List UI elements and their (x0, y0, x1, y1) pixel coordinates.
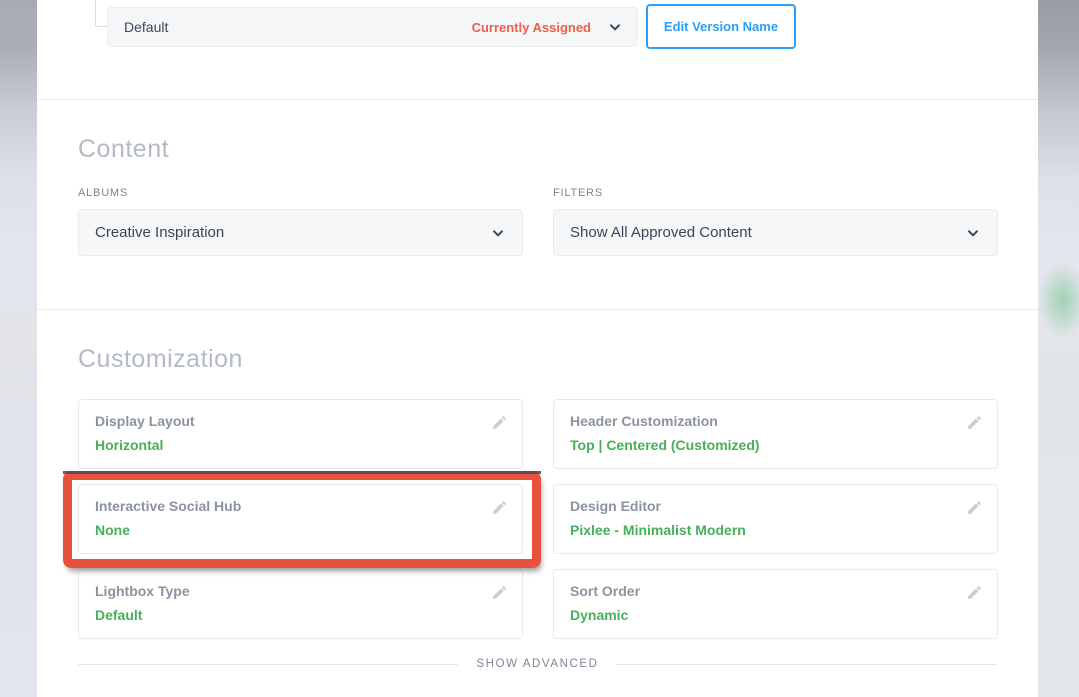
filters-dropdown-value: Show All Approved Content (570, 224, 752, 241)
pencil-edit-icon[interactable] (966, 414, 983, 431)
pencil-edit-icon[interactable] (491, 414, 508, 431)
card-sort-order: Sort Order Dynamic (553, 569, 998, 639)
pencil-edit-icon[interactable] (491, 499, 508, 516)
albums-dropdown-value: Creative Inspiration (95, 224, 224, 241)
albums-field: ALBUMS Creative Inspiration (78, 187, 523, 256)
filters-dropdown[interactable]: Show All Approved Content (553, 209, 998, 256)
chevron-down-icon (490, 225, 506, 241)
pencil-edit-icon[interactable] (491, 584, 508, 601)
filters-field: FILTERS Show All Approved Content (553, 187, 998, 256)
card-value: Pixlee - Minimalist Modern (570, 522, 981, 538)
card-interactive-social-hub: Interactive Social Hub None (78, 484, 523, 554)
card-header-customization: Header Customization Top | Centered (Cus… (553, 399, 998, 469)
customization-section-title: Customization (78, 345, 243, 374)
albums-dropdown[interactable]: Creative Inspiration (78, 209, 523, 256)
card-design-editor: Design Editor Pixlee - Minimalist Modern (553, 484, 998, 554)
chevron-down-icon (965, 225, 981, 241)
pencil-edit-icon[interactable] (966, 499, 983, 516)
card-title: Lightbox Type (95, 583, 506, 599)
card-value: None (95, 522, 506, 538)
card-value: Dynamic (570, 607, 981, 623)
card-title: Display Layout (95, 413, 506, 429)
divider-line (78, 664, 458, 665)
settings-panel: Default Currently Assigned Edit Version … (37, 0, 1038, 697)
card-title: Interactive Social Hub (95, 498, 506, 514)
albums-label: ALBUMS (78, 187, 523, 199)
pencil-edit-icon[interactable] (966, 584, 983, 601)
show-advanced-toggle[interactable]: SHOW ADVANCED (78, 658, 997, 670)
customization-section: Customization Display Layout Horizontal … (37, 310, 1038, 697)
content-section-title: Content (78, 135, 169, 164)
content-section: Content ALBUMS Creative Inspiration FILT… (37, 100, 1038, 310)
card-value: Horizontal (95, 437, 506, 453)
version-dropdown[interactable]: Default Currently Assigned (107, 7, 638, 47)
card-title: Header Customization (570, 413, 981, 429)
version-dropdown-value: Default (124, 19, 168, 35)
card-title: Design Editor (570, 498, 981, 514)
chevron-down-icon (607, 19, 623, 35)
card-lightbox-type: Lightbox Type Default (78, 569, 523, 639)
card-title: Sort Order (570, 583, 981, 599)
card-value: Top | Centered (Customized) (570, 437, 981, 453)
divider-line (617, 664, 997, 665)
page-background-left (0, 0, 37, 697)
page-background-right (1038, 0, 1079, 697)
edit-version-name-button[interactable]: Edit Version Name (646, 4, 796, 49)
show-advanced-label: SHOW ADVANCED (458, 658, 616, 670)
version-bar-section: Default Currently Assigned Edit Version … (37, 0, 1038, 100)
card-value: Default (95, 607, 506, 623)
card-display-layout: Display Layout Horizontal (78, 399, 523, 469)
currently-assigned-badge: Currently Assigned (472, 20, 591, 35)
filters-label: FILTERS (553, 187, 998, 199)
